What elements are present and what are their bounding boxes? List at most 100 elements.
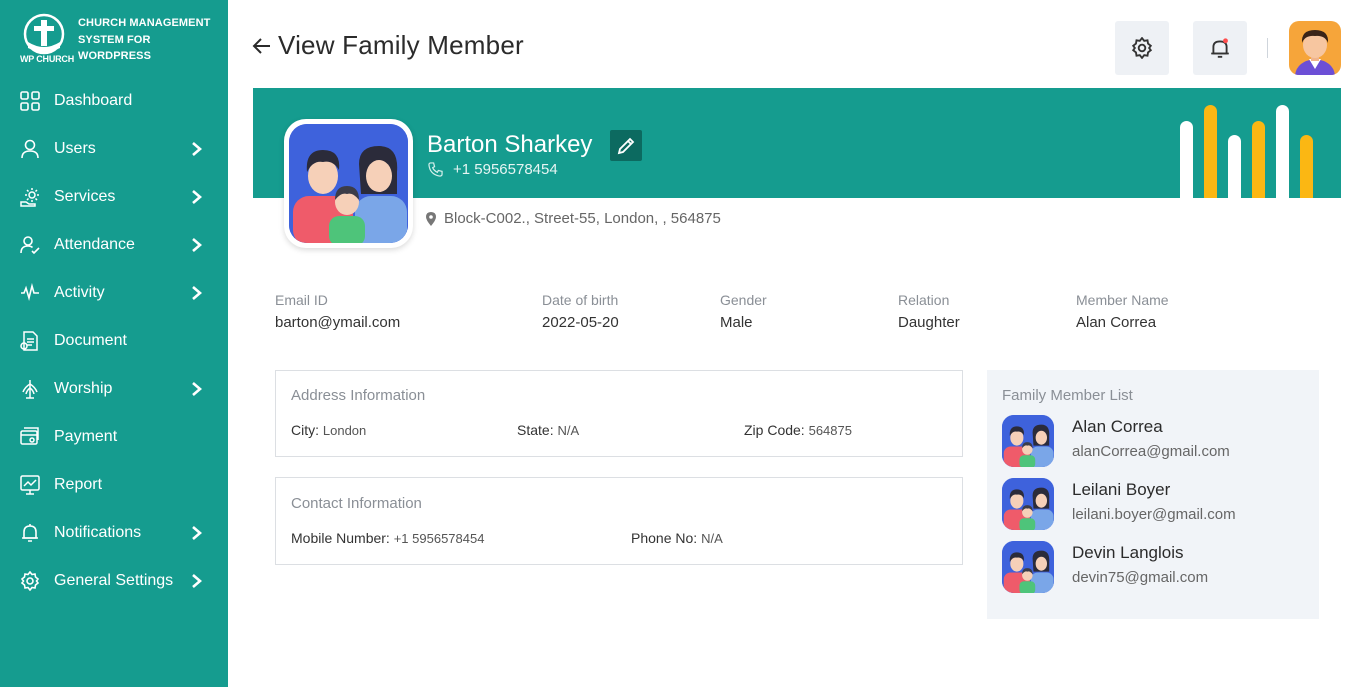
gender-label: Gender	[720, 292, 767, 308]
gender-value: Male	[720, 314, 753, 331]
app-logo[interactable]: CHURCH MANAGEMENT SYSTEM FOR WORDPRESS W…	[18, 12, 218, 68]
avatar-icon	[1295, 30, 1335, 75]
location-pin-icon	[426, 211, 436, 226]
family-member-email: leilani.boyer@gmail.com	[1072, 506, 1236, 523]
profile-banner	[253, 88, 1341, 198]
family-avatar	[1002, 541, 1054, 593]
grid-icon	[20, 91, 40, 111]
email-label: Email ID	[275, 292, 328, 308]
gear-icon	[20, 571, 40, 591]
relation-label: Relation	[898, 292, 950, 308]
user-avatar[interactable]	[1289, 21, 1341, 75]
member-name-detail: Member Name Alan Correa	[1076, 292, 1169, 331]
sidebar-item-label: Payment	[54, 428, 118, 445]
attendance-icon	[20, 235, 40, 255]
page-title: View Family Member	[278, 30, 524, 60]
back-arrow-icon[interactable]	[252, 36, 272, 56]
page-header: View Family Member	[252, 30, 524, 61]
sidebar-item-activity[interactable]: Activity	[0, 269, 228, 317]
family-avatar-icon	[1002, 541, 1054, 593]
state-value: N/A	[557, 423, 580, 438]
family-member-item[interactable]: Alan Correa alanCorrea@gmail.com	[1002, 415, 1302, 469]
worship-icon	[20, 379, 40, 399]
notifications-button[interactable]	[1193, 21, 1247, 75]
gear-icon	[1131, 37, 1153, 59]
sidebar-item-services[interactable]: Services	[0, 173, 228, 221]
family-list-title: Family Member List	[1002, 387, 1133, 404]
sidebar-item-worship[interactable]: Worship	[0, 365, 228, 413]
dob-detail: Date of birth 2022-05-20	[542, 292, 619, 331]
sidebar-item-notifications[interactable]: Notifications	[0, 509, 228, 557]
banner-decor-bar	[1204, 105, 1217, 198]
services-icon	[20, 187, 40, 207]
phone-field: Phone No: N/A	[631, 530, 723, 546]
phone-icon	[428, 162, 443, 177]
city-label: City:	[291, 422, 319, 438]
sidebar-item-label: Attendance	[54, 236, 135, 253]
member-name: Barton Sharkey	[427, 131, 593, 158]
sidebar-item-general-settings[interactable]: General Settings	[0, 557, 228, 605]
dob-value: 2022-05-20	[542, 314, 619, 331]
family-member-name: Leilani Boyer	[1072, 480, 1171, 499]
phone-label: Phone No:	[631, 530, 698, 546]
banner-decor-bar	[1228, 135, 1241, 198]
header-divider	[1267, 38, 1268, 58]
bell-icon	[1211, 38, 1229, 58]
contact-information-card: Contact Information Mobile Number: +1 59…	[275, 477, 963, 565]
sidebar-item-document[interactable]: Document	[0, 317, 228, 365]
email-value: barton@ymail.com	[275, 314, 401, 331]
report-icon	[20, 475, 40, 495]
banner-decor-bar	[1180, 121, 1193, 198]
logo-title: CHURCH MANAGEMENT SYSTEM FOR WORDPRESS	[78, 17, 211, 62]
chevron-right-icon	[192, 142, 202, 156]
relation-detail: Relation Daughter	[898, 292, 960, 331]
state-label: State:	[517, 422, 554, 438]
sidebar-nav: Dashboard Users Services Attendance Acti…	[0, 77, 228, 605]
sidebar-item-attendance[interactable]: Attendance	[0, 221, 228, 269]
logo-subtitle: WP CHURCH	[20, 54, 75, 64]
family-avatar	[1002, 415, 1054, 467]
city-value: London	[322, 423, 367, 438]
chevron-right-icon	[192, 574, 202, 588]
family-member-name: Devin Langlois	[1072, 543, 1184, 562]
member-address: Block-C002., Street-55, London, , 564875	[426, 210, 721, 227]
sidebar: CHURCH MANAGEMENT SYSTEM FOR WORDPRESS W…	[0, 0, 228, 687]
sidebar-item-dashboard[interactable]: Dashboard	[0, 77, 228, 125]
zip-field: Zip Code: 564875	[744, 422, 852, 438]
city-field: City: London	[291, 422, 366, 438]
sidebar-item-payment[interactable]: Payment	[0, 413, 228, 461]
address-information-card: Address Information City: London State: …	[275, 370, 963, 457]
dob-label: Date of birth	[542, 292, 619, 308]
edit-button[interactable]	[610, 130, 642, 161]
sidebar-item-label: Report	[54, 476, 103, 493]
member-name-label: Member Name	[1076, 292, 1169, 308]
settings-button[interactable]	[1115, 21, 1169, 75]
chevron-right-icon	[192, 238, 202, 252]
sidebar-item-label: General Settings	[54, 572, 174, 589]
chevron-right-icon	[192, 286, 202, 300]
family-avatar-icon	[289, 124, 408, 243]
relation-value: Daughter	[898, 314, 960, 331]
user-icon	[20, 139, 40, 159]
member-phone: +1 5956578454	[428, 161, 558, 178]
zip-label: Zip Code:	[744, 422, 805, 438]
chevron-right-icon	[192, 526, 202, 540]
phone-value: N/A	[701, 531, 723, 546]
chevron-right-icon	[192, 190, 202, 204]
mobile-field: Mobile Number: +1 5956578454	[291, 530, 484, 546]
sidebar-item-label: Notifications	[54, 524, 142, 541]
payment-icon	[20, 427, 40, 447]
family-avatar-icon	[1002, 415, 1054, 467]
family-member-item[interactable]: Leilani Boyer leilani.boyer@gmail.com	[1002, 478, 1302, 532]
family-avatar-icon	[1002, 478, 1054, 530]
email-detail: Email ID barton@ymail.com	[275, 292, 400, 331]
chevron-right-icon	[192, 382, 202, 396]
bell-icon	[20, 523, 40, 543]
family-member-item[interactable]: Devin Langlois devin75@gmail.com	[1002, 541, 1302, 595]
profile-photo	[284, 119, 413, 248]
banner-decor-bar	[1300, 135, 1313, 198]
sidebar-item-label: Document	[54, 332, 127, 349]
sidebar-item-report[interactable]: Report	[0, 461, 228, 509]
document-icon	[20, 331, 40, 351]
sidebar-item-users[interactable]: Users	[0, 125, 228, 173]
